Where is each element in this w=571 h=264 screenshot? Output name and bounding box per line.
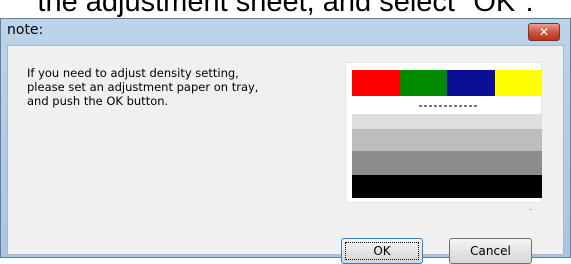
red-patch (352, 70, 400, 96)
black-band (352, 175, 542, 198)
green-patch (399, 70, 447, 96)
gray-band-dark (352, 151, 542, 175)
color-patches (352, 70, 542, 96)
title-bar: note: ✕ (1, 19, 570, 43)
gray-band-mid (352, 129, 542, 151)
sheet-fine-print (419, 105, 479, 107)
message-line-2: please set an adjustment paper on tray, (27, 80, 259, 94)
cancel-button[interactable]: Cancel (449, 238, 532, 264)
close-icon[interactable]: ✕ (528, 23, 560, 41)
message-line-1: If you need to adjust density setting, (27, 66, 239, 80)
cancel-button-label: Cancel (470, 244, 511, 258)
message-line-3: and push the OK button. (27, 94, 169, 108)
adjustment-sheet-image (345, 62, 542, 210)
document-caption: the adjustment sheet, and select "OK". (37, 0, 534, 18)
sheet-mark (529, 209, 532, 210)
note-dialog: note: ✕ If you need to adjust density se… (0, 18, 571, 264)
blue-patch (447, 70, 495, 96)
dialog-title: note: (7, 22, 44, 38)
dialog-body: If you need to adjust density setting, p… (7, 45, 564, 264)
focus-rectangle (345, 242, 419, 260)
message-text: If you need to adjust density setting, p… (27, 66, 327, 108)
ok-button[interactable]: OK (341, 238, 423, 264)
yellow-patch (494, 70, 542, 96)
gray-band-light (352, 114, 542, 129)
